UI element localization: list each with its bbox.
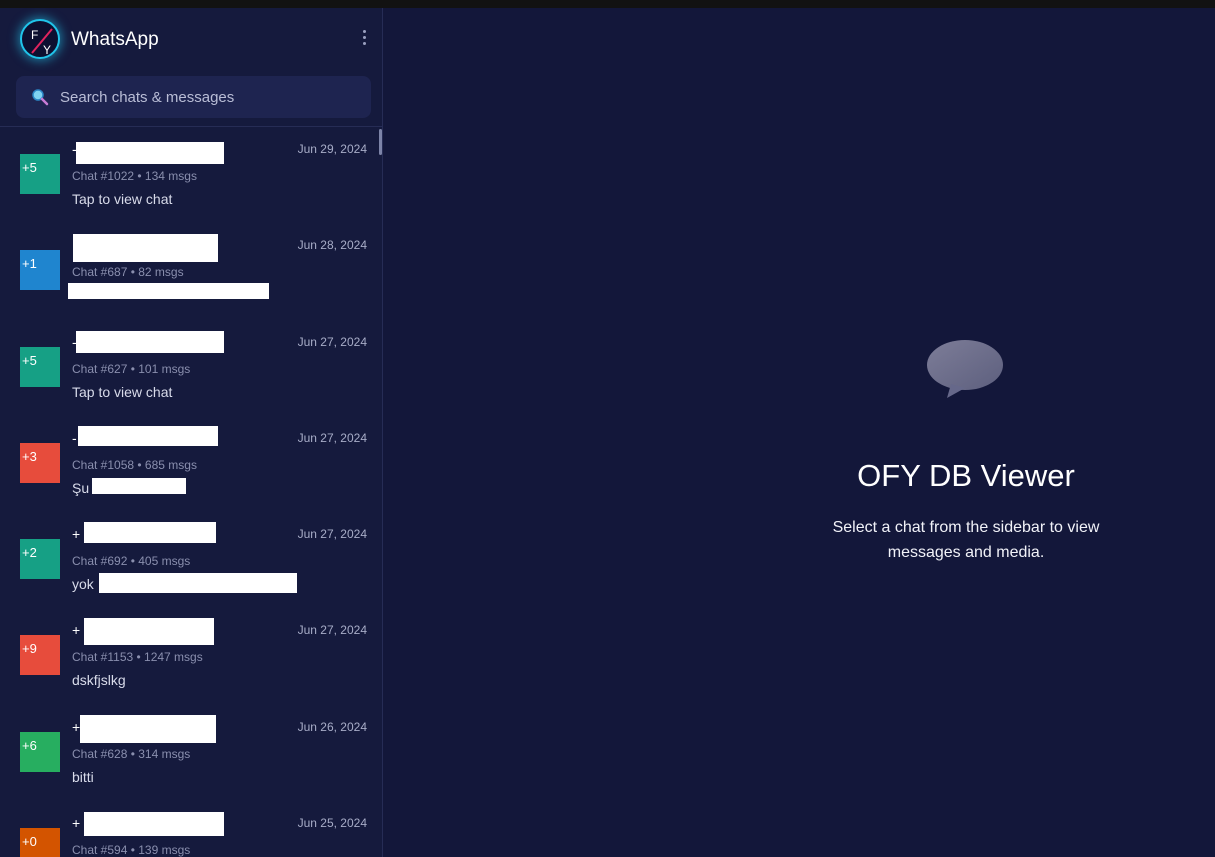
chat-date: Jun 27, 2024: [297, 334, 367, 349]
svg-text:Y: Y: [43, 43, 51, 57]
chat-preview: Tap to view chat: [72, 383, 173, 400]
search-icon: [32, 89, 49, 106]
redaction-block: [84, 618, 214, 646]
search-input[interactable]: [60, 76, 360, 118]
chat-meta: Chat #627 • 101 msgs: [72, 361, 191, 376]
chat-title-redacted: +: [72, 718, 81, 735]
chat-title-redacted: +: [72, 622, 81, 639]
chat-meta: Chat #1153 • 1247 msgs: [72, 650, 203, 665]
chat-meta: Chat #1022 • 134 msgs: [72, 169, 197, 183]
redaction-block: [76, 330, 224, 353]
preview-redaction-block: [92, 477, 186, 494]
main-panel: OFY DB Viewer Select a chat from the sid…: [383, 8, 1215, 857]
chat-date: Jun 27, 2024: [297, 430, 367, 445]
sidebar-header: F Y WhatsApp: [0, 8, 382, 67]
main-title: OFY DB Viewer: [857, 458, 1075, 493]
chat-item[interactable]: +3 - Jun 27, 2024 Chat #1058 • 685 msgs …: [0, 416, 382, 512]
chat-avatar: +3: [20, 442, 60, 483]
chat-item[interactable]: +2 + Jun 27, 2024 Chat #692 • 405 msgs y…: [0, 512, 382, 608]
redaction-block: [76, 142, 224, 164]
chat-title-redacted: +: [72, 815, 81, 832]
chat-list[interactable]: +5 - Jun 29, 2024 Chat #1022 • 134 msgs …: [0, 127, 382, 857]
main-subtitle: Select a chat from the sidebar to view m…: [832, 519, 1100, 561]
chat-title-redacted: +: [72, 526, 81, 543]
more-options-icon[interactable]: [354, 28, 374, 50]
app-logo: F Y: [20, 19, 60, 59]
chat-date: Jun 25, 2024: [297, 816, 367, 831]
chat-preview: dskfjslkg: [72, 672, 126, 689]
chat-avatar: +6: [20, 731, 60, 772]
redaction-block: [73, 234, 218, 263]
redaction-block: [84, 812, 224, 837]
redaction-block: [84, 522, 216, 544]
search-bar-area: [0, 67, 382, 127]
chat-date: Jun 26, 2024: [297, 719, 367, 734]
chat-item[interactable]: +0 + Jun 25, 2024 Chat #594 • 139 msgs: [0, 801, 382, 857]
app-title: WhatsApp: [71, 29, 159, 50]
chat-meta: Chat #1058 • 685 msgs: [72, 457, 197, 472]
sidebar: F Y WhatsApp +5 - Jun 29, 20: [0, 8, 383, 857]
redaction-block: [78, 425, 218, 446]
chat-date: Jun 28, 2024: [297, 238, 367, 253]
chat-preview: Tap to view chat: [72, 191, 173, 207]
preview-redaction-block: [99, 573, 297, 594]
search-box[interactable]: [16, 76, 371, 118]
chat-bubble-icon: [927, 340, 1003, 398]
chat-avatar: +5: [20, 154, 60, 194]
chat-avatar: +2: [20, 539, 60, 580]
chat-meta: Chat #594 • 139 msgs: [72, 843, 191, 857]
chat-date: Jun 29, 2024: [297, 142, 367, 156]
chat-item[interactable]: +1 Jun 28, 2024 Chat #687 • 82 msgs: [0, 223, 382, 319]
chat-avatar: +0: [20, 828, 60, 857]
chat-date: Jun 27, 2024: [297, 623, 367, 638]
window-top-strip: [0, 0, 1215, 8]
chat-preview: Şu: [72, 479, 90, 496]
chat-preview: bitti: [72, 768, 94, 785]
preview-redaction-block: [68, 283, 269, 300]
redaction-block: [80, 714, 216, 743]
chat-avatar: +5: [20, 346, 60, 387]
chat-meta: Chat #692 • 405 msgs: [72, 554, 191, 569]
chat-title-redacted: -: [72, 429, 77, 446]
app-container: F Y WhatsApp +5 - Jun 29, 20: [0, 8, 1215, 857]
chat-meta: Chat #687 • 82 msgs: [72, 265, 184, 280]
chat-avatar: +1: [20, 250, 60, 291]
chat-avatar: +9: [20, 635, 60, 676]
chat-date: Jun 27, 2024: [297, 527, 367, 542]
svg-text:F: F: [31, 28, 38, 42]
chat-item[interactable]: +5 - Jun 27, 2024 Chat #627 • 101 msgs T…: [0, 320, 382, 416]
chat-item[interactable]: +6 + Jun 26, 2024 Chat #628 • 314 msgs b…: [0, 705, 382, 801]
chat-meta: Chat #628 • 314 msgs: [72, 746, 191, 761]
chat-item[interactable]: +5 - Jun 29, 2024 Chat #1022 • 134 msgs …: [0, 127, 382, 223]
chat-preview: yok: [72, 576, 94, 593]
chat-item[interactable]: +9 + Jun 27, 2024 Chat #1153 • 1247 msgs…: [0, 608, 382, 704]
